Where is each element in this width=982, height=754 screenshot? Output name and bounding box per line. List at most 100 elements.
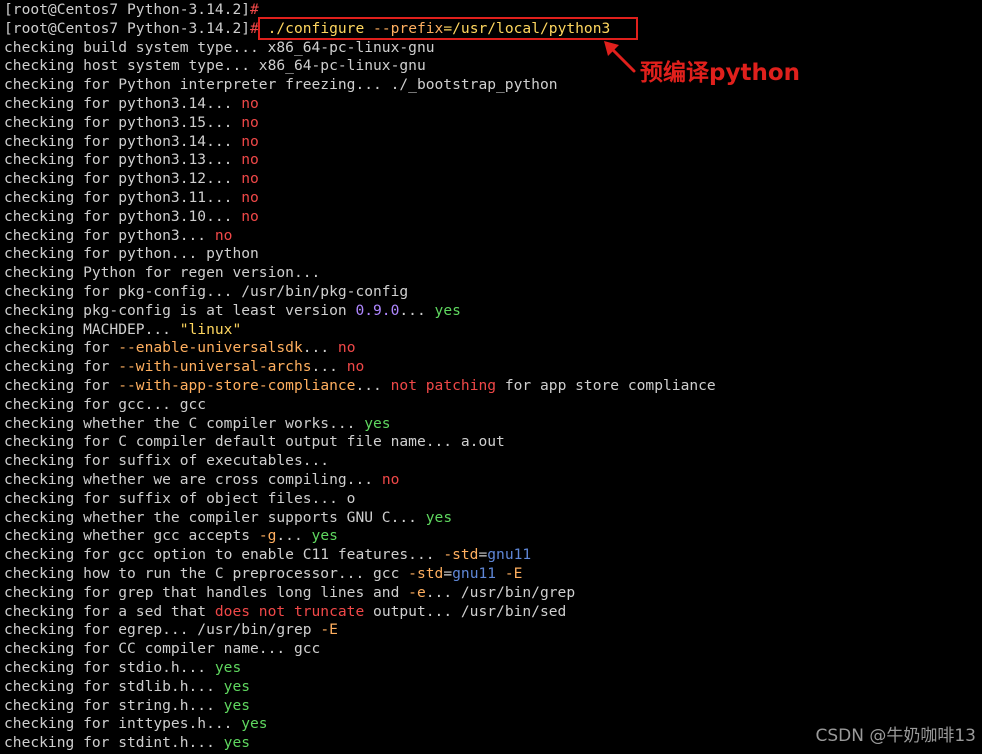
text-segment: yes xyxy=(434,301,461,319)
output-line: checking for stdlib.h... yes xyxy=(4,677,250,696)
output-line: checking host system type... x86_64-pc-l… xyxy=(4,56,426,75)
output-line: checking for --enable-universalsdk... no xyxy=(4,338,355,357)
text-segment: ... xyxy=(311,358,347,376)
output-line: checking whether the C compiler works...… xyxy=(4,414,391,433)
text-segment: checking for string.h... xyxy=(4,696,224,714)
text-segment: yes xyxy=(311,527,338,545)
text-segment: no xyxy=(337,339,356,357)
output-line: checking for python3.14... no xyxy=(4,132,259,151)
text-segment: checking for xyxy=(4,377,119,394)
text-segment: no xyxy=(241,95,259,112)
output-line: checking for stdio.h... yes xyxy=(4,658,241,677)
text-segment: checking for xyxy=(4,339,119,357)
text-segment: does not truncate xyxy=(214,602,365,620)
text-segment: checking for python... python xyxy=(4,245,259,263)
text-segment: checking for pkg-config... /usr/bin/pkg-… xyxy=(4,283,409,300)
output-line: checking for grep that handles long line… xyxy=(4,583,575,602)
output-line: checking MACHDEP... "linux" xyxy=(4,320,241,339)
text-segment: checking for a sed that xyxy=(4,602,215,620)
text-segment: gnu11 xyxy=(487,546,532,564)
text-segment: # xyxy=(250,1,259,18)
output-line: checking for python3.10... no xyxy=(4,207,259,226)
text-segment: -E xyxy=(504,565,523,582)
text-segment: checking build system type... x86_64-pc-… xyxy=(4,38,435,56)
output-line: checking for C compiler default output f… xyxy=(4,432,505,451)
output-line: checking for python3.14... no xyxy=(4,94,259,113)
text-segment: checking Python for regen version... xyxy=(4,264,321,282)
output-line: checking for python3.15... no xyxy=(4,113,259,132)
text-segment: checking for gcc... gcc xyxy=(4,395,207,413)
output-line: checking for python3... no xyxy=(4,226,232,245)
text-segment: no xyxy=(346,358,365,376)
text-segment: checking for egrep... /usr/bin/grep xyxy=(4,621,321,639)
text-segment: checking whether gcc accepts xyxy=(4,527,259,545)
output-line: checking for --with-universal-archs... n… xyxy=(4,357,364,376)
text-segment: checking host system type... x86_64-pc-l… xyxy=(4,57,426,75)
terminal-window[interactable]: [root@Centos7 Python-3.14.2]# [root@Cento… xyxy=(0,0,982,754)
highlight-box xyxy=(258,17,638,40)
text-segment: checking for Python interpreter freezing… xyxy=(4,76,558,94)
text-segment: 0.9.0 xyxy=(355,301,400,319)
text-segment: [root@Centos7 Python-3.14.2] xyxy=(4,1,251,18)
text-segment: "linux" xyxy=(179,320,242,338)
text-segment: checking for suffix of object files... o xyxy=(4,489,356,507)
text-segment: checking for python3.10... xyxy=(4,207,242,225)
text-segment: = xyxy=(478,546,488,564)
text-segment: [root@Centos7 Python-3.14.2] xyxy=(4,19,251,37)
text-segment: -g xyxy=(258,527,277,545)
text-segment: --with-app-store-compliance xyxy=(118,377,356,394)
text-segment: yes xyxy=(223,677,251,695)
annotation-label: 预编译python xyxy=(640,60,801,86)
text-segment: no xyxy=(381,471,400,488)
text-segment: checking for python3.12... xyxy=(4,170,242,188)
output-line: checking Python for regen version... xyxy=(4,263,320,282)
output-line: checking for suffix of object files... o xyxy=(4,489,355,508)
text-segment: checking pkg-config is at least version xyxy=(4,301,356,319)
output-line: checking for python3.12... no xyxy=(4,169,259,188)
output-line: checking for egrep... /usr/bin/grep -E xyxy=(4,620,338,639)
text-segment: ... xyxy=(302,339,338,357)
text-segment: checking for suffix of executables... xyxy=(4,452,330,470)
output-line: checking for python3.13... no xyxy=(4,150,259,169)
text-segment: checking for xyxy=(4,358,119,376)
text-segment: checking for grep that handles long line… xyxy=(4,583,409,601)
output-line: checking for stdint.h... yes xyxy=(4,733,250,752)
text-segment: gnu11 xyxy=(452,565,497,582)
text-segment: checking for python3.15... xyxy=(4,113,242,131)
output-line: checking for gcc option to enable C11 fe… xyxy=(4,545,531,564)
output-line: checking for suffix of executables... xyxy=(4,451,329,470)
output-line: checking build system type... x86_64-pc-… xyxy=(4,38,435,57)
output-line: checking whether the compiler supports G… xyxy=(4,508,452,527)
text-segment: --enable-universalsdk xyxy=(118,339,303,357)
text-segment: yes xyxy=(425,508,453,526)
text-segment: output... /usr/bin/sed xyxy=(364,602,567,620)
text-segment: ... /usr/bin/grep xyxy=(425,583,576,601)
text-segment: yes xyxy=(223,734,251,752)
text-segment: no xyxy=(241,132,259,150)
output-line: checking how to run the C preprocessor..… xyxy=(4,564,522,583)
text-segment: checking whether the compiler supports G… xyxy=(4,508,426,526)
text-segment: yes xyxy=(214,659,242,676)
text-segment: checking for stdint.h... xyxy=(4,734,224,752)
text-segment: --with-universal-archs xyxy=(118,358,312,376)
output-line: checking pkg-config is at least version … xyxy=(4,301,461,320)
output-line: checking for pkg-config... /usr/bin/pkg-… xyxy=(4,282,408,301)
text-segment: no xyxy=(241,207,259,225)
output-line: checking for string.h... yes xyxy=(4,696,250,715)
output-line: checking for --with-app-store-compliance… xyxy=(4,376,716,395)
prompt-line: [root@Centos7 Python-3.14.2]# xyxy=(4,0,259,19)
text-segment: yes xyxy=(241,715,268,733)
text-segment xyxy=(496,565,505,582)
text-segment: no xyxy=(241,151,259,169)
text-segment: -std xyxy=(408,565,444,582)
text-segment: checking MACHDEP... xyxy=(4,320,180,338)
text-segment: no xyxy=(241,189,259,206)
text-segment: checking whether the C compiler works... xyxy=(4,414,365,432)
output-line: checking whether gcc accepts -g... yes xyxy=(4,526,338,545)
text-segment: for app store compliance xyxy=(496,377,716,394)
text-segment: checking for C compiler default output f… xyxy=(4,433,505,451)
text-segment: yes xyxy=(364,414,391,432)
text-segment: checking for python3.14... xyxy=(4,132,242,150)
text-segment: checking how to run the C preprocessor..… xyxy=(4,565,409,582)
arrow-up-left-icon xyxy=(604,41,636,73)
